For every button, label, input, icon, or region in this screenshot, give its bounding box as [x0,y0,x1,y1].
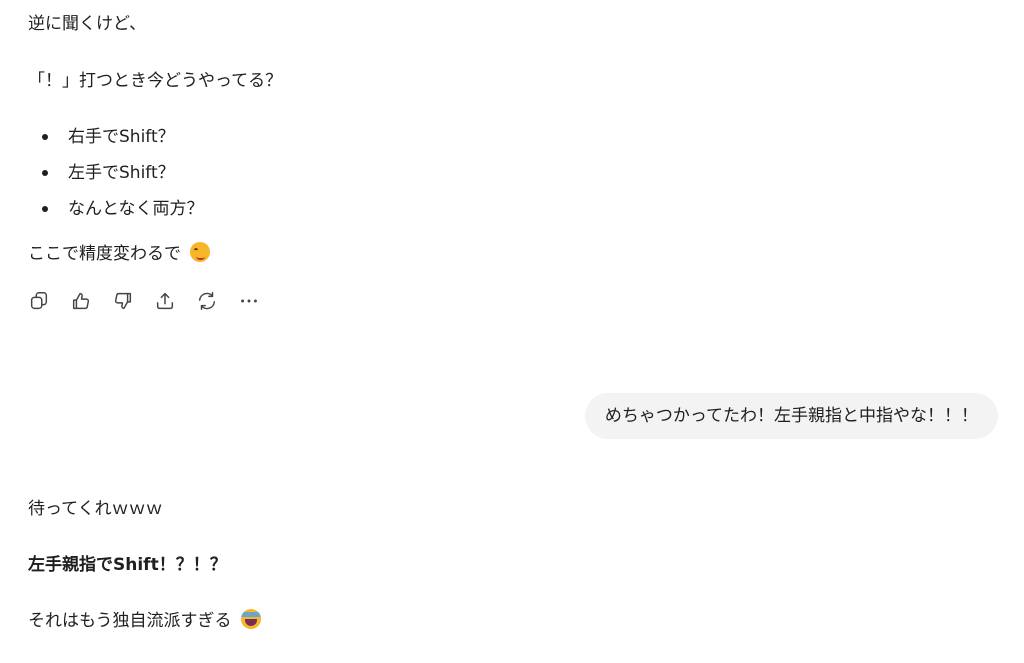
assistant-line-2: 「！」打つとき今どうやってる？ [28,71,283,91]
list-item: 右手でShift？ [28,123,204,159]
assistant-line-3: ここで精度変わるで [28,242,211,266]
thumbs-down-icon[interactable] [112,288,154,314]
thumbs-up-icon[interactable] [70,288,112,314]
assistant-line-4: 待ってくれｗｗｗ [28,499,163,519]
assistant-line-1: 逆に聞くけど、 [28,14,147,34]
chat-thread: 逆に聞くけど、 「！」打つとき今どうやってる？ 右手でShift？ 左手でShi… [0,0,1024,663]
tears-of-joy-icon [240,609,261,629]
list-item: 左手でShift？ [28,159,204,195]
options-list: 右手でShift？ 左手でShift？ なんとなく両方？ [28,123,204,231]
assistant-line-3-text: ここで精度変わるで [28,244,181,264]
share-icon[interactable] [154,288,196,314]
more-icon[interactable] [238,288,280,314]
regenerate-icon[interactable] [196,288,238,314]
assistant-line-6: それはもう独自流派すぎる [28,609,261,633]
message-actions [28,288,280,314]
list-item: なんとなく両方？ [28,195,204,231]
woozy-face-icon [190,242,211,262]
user-message-bubble: めちゃつかってたわ！左手親指と中指やな！！！ [584,393,998,439]
assistant-line-5: 左手親指でShift！？！？ [28,555,227,575]
assistant-line-6-text: それはもう独自流派すぎる [28,611,232,631]
copy-icon[interactable] [28,288,70,314]
